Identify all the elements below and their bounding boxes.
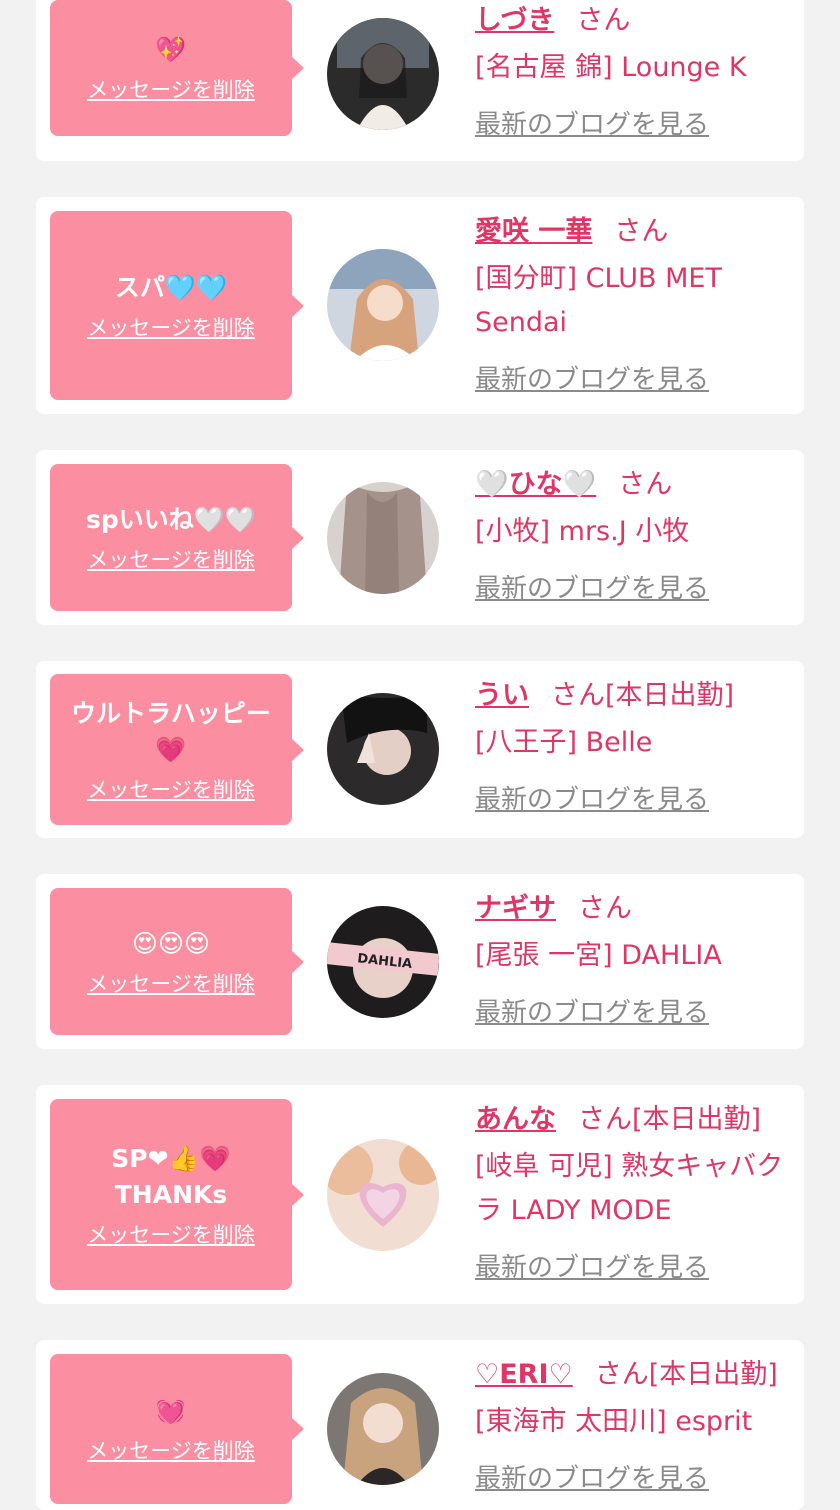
message-card: SP❤👍💗THANKs メッセージを削除 あんな さん[本日出勤] [岐阜 可児]… xyxy=(36,1085,804,1304)
delete-message-link[interactable]: メッセージを削除 xyxy=(87,544,255,574)
shop-name: [国分町] CLUB MET Sendai xyxy=(475,263,722,338)
delete-message-link[interactable]: メッセージを削除 xyxy=(87,968,255,998)
message-text: SP❤👍💗THANKs xyxy=(111,1143,231,1209)
cast-name-link[interactable]: ナギサ xyxy=(475,893,556,924)
honorific: さん xyxy=(578,893,632,924)
name-line: ♡ERI♡ さん[本日出勤] xyxy=(475,1358,795,1392)
latest-blog-link[interactable]: 最新のブログを見る xyxy=(475,1458,795,1495)
shop-name: [八王子] Belle xyxy=(475,727,653,758)
avatar[interactable] xyxy=(327,249,439,361)
shop-name: [小牧] mrs.J 小牧 xyxy=(475,516,690,547)
shop-name: [東海市 太田川] esprit xyxy=(475,1406,753,1437)
cast-name-link[interactable]: うい xyxy=(475,680,529,711)
avatar[interactable] xyxy=(327,482,439,594)
shop-name: [岐阜 可児] 熟女キャバクラ LADY MODE xyxy=(475,1151,784,1226)
message-text: 😍😍😍 xyxy=(131,928,211,958)
cast-name-link[interactable]: しづき xyxy=(475,5,554,36)
avatar[interactable] xyxy=(327,1373,439,1485)
delete-message-link[interactable]: メッセージを削除 xyxy=(87,1219,255,1249)
latest-blog-link[interactable]: 最新のブログを見る xyxy=(475,568,795,605)
avatar-photo: DAHLIA xyxy=(327,906,439,1018)
profile-info: あんな さん[本日出勤] [岐阜 可児] 熟女キャバクラ LADY MODE 最新… xyxy=(475,1103,795,1284)
latest-blog-link[interactable]: 最新のブログを見る xyxy=(475,1247,795,1284)
message-bubble: スパ🩵🩵 メッセージを削除 xyxy=(50,211,304,400)
avatar[interactable]: DAHLIA xyxy=(327,906,439,1018)
profile-info: しづき さん [名古屋 錦] Lounge K 最新のブログを見る xyxy=(475,4,795,141)
name-line: うい さん[本日出勤] xyxy=(475,679,795,713)
shop-name: [尾張 一宮] DAHLIA xyxy=(475,940,722,971)
delete-message-link[interactable]: メッセージを削除 xyxy=(87,74,255,104)
honorific: さん[本日出勤] xyxy=(578,1104,762,1135)
latest-blog-link[interactable]: 最新のブログを見る xyxy=(475,359,795,396)
avatar-photo xyxy=(327,693,439,805)
message-text: 💖 xyxy=(155,35,187,64)
cast-name-link[interactable]: あんな xyxy=(475,1104,556,1135)
message-card: スパ🩵🩵 メッセージを削除 愛咲 一華 さん [国分町] CLUB MET Sen… xyxy=(36,197,804,414)
message-text: スパ🩵🩵 xyxy=(114,272,228,302)
delete-message-link[interactable]: メッセージを削除 xyxy=(87,312,255,342)
latest-blog-link[interactable]: 最新のブログを見る xyxy=(475,779,795,816)
message-card: spいいね🤍🤍 メッセージを削除 🤍ひな🤍 さん [小牧] mrs.J 小牧 最新… xyxy=(36,450,804,625)
delete-message-link[interactable]: メッセージを削除 xyxy=(87,1435,255,1465)
name-line: しづき さん xyxy=(475,4,795,38)
name-line: あんな さん[本日出勤] xyxy=(475,1103,795,1137)
shop-name: [名古屋 錦] Lounge K xyxy=(475,52,747,83)
cast-name-link[interactable]: 愛咲 一華 xyxy=(475,216,592,247)
name-line: 🤍ひな🤍 さん xyxy=(475,468,795,502)
message-text: 💓 xyxy=(155,1396,187,1425)
avatar[interactable] xyxy=(327,1139,439,1251)
profile-info: 愛咲 一華 さん [国分町] CLUB MET Sendai 最新のブログを見る xyxy=(475,215,795,396)
avatar[interactable] xyxy=(327,693,439,805)
message-card: 😍😍😍 メッセージを削除 DAHLIA ナギサ さん [尾張 一宮] DAHLIA… xyxy=(36,874,804,1049)
avatar-photo xyxy=(327,1373,439,1485)
honorific: さん[本日出勤] xyxy=(551,680,735,711)
avatar-photo xyxy=(327,18,439,130)
name-line: 愛咲 一華 さん xyxy=(475,215,795,249)
name-line: ナギサ さん xyxy=(475,892,795,926)
avatar-photo xyxy=(327,482,439,594)
profile-info: ナギサ さん [尾張 一宮] DAHLIA 最新のブログを見る xyxy=(475,892,795,1029)
cast-name-link[interactable]: ♡ERI♡ xyxy=(475,1359,573,1390)
profile-info: ♡ERI♡ さん[本日出勤] [東海市 太田川] esprit 最新のブログを見る xyxy=(475,1358,795,1495)
message-text: ウルトラハッピー💗 xyxy=(71,698,271,764)
honorific: さん xyxy=(576,5,631,36)
message-bubble: SP❤👍💗THANKs メッセージを削除 xyxy=(50,1099,304,1290)
message-bubble: 😍😍😍 メッセージを削除 xyxy=(50,888,304,1035)
delete-message-link[interactable]: メッセージを削除 xyxy=(87,774,255,804)
message-bubble: spいいね🤍🤍 メッセージを削除 xyxy=(50,464,304,611)
message-text: spいいね🤍🤍 xyxy=(85,504,257,534)
latest-blog-link[interactable]: 最新のブログを見る xyxy=(475,104,795,141)
message-bubble: ウルトラハッピー💗 メッセージを削除 xyxy=(50,674,304,825)
profile-info: 🤍ひな🤍 さん [小牧] mrs.J 小牧 最新のブログを見る xyxy=(475,468,795,605)
message-bubble: 💖 メッセージを削除 xyxy=(50,0,304,136)
honorific: さん xyxy=(618,469,673,500)
cast-name-link[interactable]: 🤍ひな🤍 xyxy=(475,469,596,500)
profile-info: うい さん[本日出勤] [八王子] Belle 最新のブログを見る xyxy=(475,679,795,816)
avatar-photo xyxy=(327,1139,439,1251)
message-bubble: 💓 メッセージを削除 xyxy=(50,1354,304,1504)
avatar[interactable] xyxy=(327,18,439,130)
honorific: さん xyxy=(614,216,669,247)
message-card: 💖 メッセージを削除 しづき さん [名古屋 錦] Lounge K 最新のブログ… xyxy=(36,0,804,161)
honorific: さん[本日出勤] xyxy=(594,1359,778,1390)
message-card: ウルトラハッピー💗 メッセージを削除 うい さん[本日出勤] [八王子] Bell… xyxy=(36,661,804,838)
message-card: 💓 メッセージを削除 ♡ERI♡ さん[本日出勤] [東海市 太田川] espri… xyxy=(36,1340,804,1510)
latest-blog-link[interactable]: 最新のブログを見る xyxy=(475,992,795,1029)
avatar-photo xyxy=(327,249,439,361)
